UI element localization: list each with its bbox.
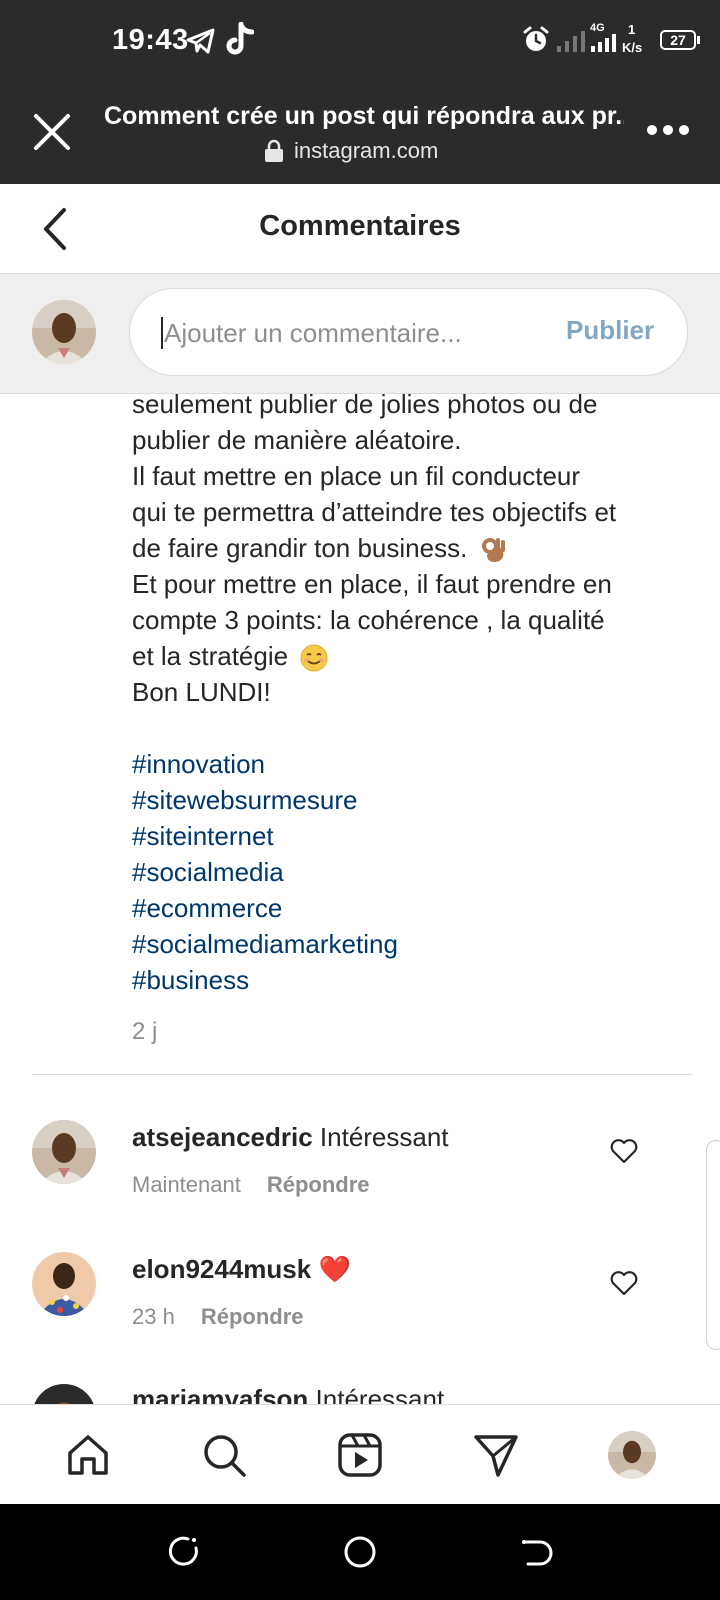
- signal-weak-icon: [557, 31, 585, 52]
- direct-message-icon[interactable]: [472, 1431, 520, 1479]
- commenter-avatar[interactable]: [32, 1384, 96, 1404]
- comment-item: elon9244musk ❤️ 23 h Répondre: [0, 1252, 720, 1362]
- comment-username[interactable]: atsejeancedric: [132, 1122, 313, 1152]
- signal-icon: [591, 34, 616, 52]
- side-panel-edge: [706, 1140, 720, 1350]
- commenter-avatar[interactable]: [32, 1252, 96, 1316]
- ok-hand-emoji-icon: [481, 538, 505, 563]
- page-title: Commentaires: [259, 210, 461, 242]
- like-heart-icon[interactable]: [610, 1138, 638, 1164]
- comment-username[interactable]: elon9244musk: [132, 1254, 311, 1284]
- caption-line: compte 3 points: la cohérence , la quali…: [132, 605, 605, 635]
- commenter-avatar[interactable]: [32, 1120, 96, 1184]
- status-bar: 19:43 4G 1 K/s 27: [0, 0, 720, 82]
- caption-line: et la stratégie: [132, 641, 289, 671]
- caption-line: publier de manière aléatoire.: [132, 425, 462, 455]
- comment-time: 23 h: [132, 1304, 175, 1329]
- reels-icon[interactable]: [336, 1431, 384, 1479]
- hashtag-link[interactable]: #sitewebsurmesure: [132, 782, 672, 818]
- bottom-navigation: [0, 1404, 720, 1504]
- network-type: 4G: [590, 22, 605, 34]
- comment-input-box[interactable]: Publier: [129, 288, 688, 376]
- caption-line: qui te permettra d’atteindre tes objecti…: [132, 497, 617, 527]
- comments-header: Commentaires: [0, 184, 720, 274]
- comment-input[interactable]: [164, 309, 524, 357]
- telegram-icon: [186, 28, 215, 54]
- caption-line: seulement publier de jolies photos ou de: [132, 389, 598, 419]
- comment-text: atsejeancedric Intéressant: [132, 1122, 449, 1153]
- caption-line-with-emoji: de faire grandir ton business.: [132, 530, 672, 566]
- recent-apps-icon[interactable]: [166, 1534, 202, 1570]
- caption-line: Bon LUNDI!: [132, 677, 271, 707]
- text-caret: [161, 317, 163, 349]
- reply-button[interactable]: Répondre: [201, 1304, 304, 1330]
- post-caption: seulement publier de jolies photos ou de…: [132, 386, 672, 1050]
- back-button-icon[interactable]: [518, 1534, 554, 1570]
- caption-line: Il faut mettre en place un fil conducteu…: [132, 461, 581, 491]
- hashtag-link[interactable]: #innovation: [132, 746, 672, 782]
- hashtag-link[interactable]: #siteinternet: [132, 818, 672, 854]
- alarm-icon: [523, 26, 549, 51]
- comment-composer: Publier: [0, 274, 720, 394]
- close-icon[interactable]: [32, 112, 72, 152]
- comment-text: elon9244musk ❤️: [132, 1254, 351, 1285]
- hashtag-link[interactable]: #business: [132, 962, 672, 998]
- in-app-browser-bar: Comment crée un post qui répondra aux pr…: [0, 82, 720, 184]
- browser-url: instagram.com: [264, 138, 438, 164]
- tiktok-icon: [226, 22, 254, 55]
- comment-body: ❤️: [318, 1254, 351, 1284]
- battery-level: 27: [670, 32, 686, 48]
- comment-body: Intéressant: [315, 1384, 445, 1404]
- home-icon[interactable]: [64, 1431, 112, 1479]
- url-text: instagram.com: [294, 138, 439, 163]
- browser-page-title: Comment crée un post qui répondra aux pr…: [104, 102, 624, 130]
- home-button-icon[interactable]: [342, 1534, 378, 1570]
- battery-icon: 27: [660, 30, 696, 50]
- my-avatar: [32, 300, 96, 364]
- speed-value: 1: [628, 22, 636, 37]
- hashtag-link[interactable]: #socialmedia: [132, 854, 672, 890]
- caption-line: Et pour mettre en place, il faut prendre…: [132, 569, 612, 599]
- profile-avatar[interactable]: [608, 1431, 656, 1479]
- like-heart-icon[interactable]: [610, 1270, 638, 1296]
- publish-button[interactable]: Publier: [566, 315, 654, 346]
- caption-divider: [32, 1074, 692, 1075]
- lock-icon: [265, 139, 283, 162]
- more-options-icon[interactable]: [646, 124, 690, 136]
- comment-username[interactable]: mariamyafson: [132, 1384, 308, 1404]
- comment-meta: Maintenant Répondre: [132, 1172, 370, 1198]
- hashtag-link[interactable]: #socialmediamarketing: [132, 926, 672, 962]
- search-icon[interactable]: [200, 1431, 248, 1479]
- caption-line-with-emoji: et la stratégie: [132, 638, 672, 674]
- comment-text: mariamyafson Intéressant: [132, 1384, 444, 1404]
- comment-time: Maintenant: [132, 1172, 241, 1197]
- comment-body: Intéressant: [319, 1122, 449, 1152]
- caption-line: de faire grandir ton business.: [132, 533, 468, 563]
- comment-item-partial: mariamyafson Intéressant: [0, 1384, 720, 1404]
- comment-item: atsejeancedric Intéressant Maintenant Ré…: [0, 1120, 720, 1230]
- reply-button[interactable]: Répondre: [267, 1172, 370, 1198]
- battery-tip: [697, 36, 700, 44]
- post-age: 2 j: [132, 1018, 158, 1045]
- hashtag-link[interactable]: #ecommerce: [132, 890, 672, 926]
- system-navigation-bar: [0, 1504, 720, 1600]
- speed-unit: K/s: [622, 40, 643, 55]
- comment-meta: 23 h Répondre: [132, 1304, 304, 1330]
- back-arrow-icon[interactable]: [36, 206, 76, 252]
- smiling-face-emoji-icon: [300, 644, 328, 672]
- status-time: 19:43: [112, 24, 189, 56]
